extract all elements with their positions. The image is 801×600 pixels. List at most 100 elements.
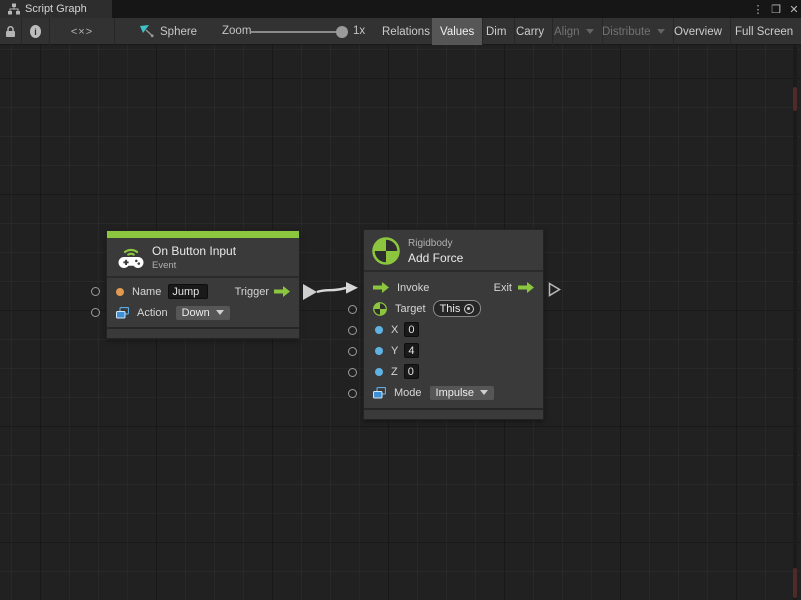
port-label: Exit xyxy=(494,282,512,294)
vertical-scrollbar[interactable] xyxy=(793,45,797,600)
port-row-y: Y xyxy=(364,340,543,361)
tab-script-graph[interactable]: Script Graph xyxy=(0,0,112,18)
x-input[interactable] xyxy=(404,322,419,337)
port-label: Y xyxy=(391,345,398,357)
port-label: Invoke xyxy=(397,282,429,294)
z-input[interactable] xyxy=(404,364,419,379)
port-label: Z xyxy=(391,366,398,378)
edit-code-button[interactable]: <×> xyxy=(50,18,115,45)
breadcrumb-label: Sphere xyxy=(160,26,197,38)
breadcrumb-sphere[interactable]: Sphere xyxy=(140,18,197,45)
chevron-down-icon xyxy=(216,310,224,315)
mode-dropdown[interactable]: Impulse xyxy=(429,385,496,401)
node-footer xyxy=(107,327,299,338)
connection-wire[interactable] xyxy=(300,278,364,308)
node-body: Invoke Exit xyxy=(364,272,543,408)
zoom-slider-handle[interactable] xyxy=(336,26,348,38)
port-row-target: Target This xyxy=(364,298,543,319)
float-port-icon xyxy=(375,347,383,355)
info-button[interactable]: i xyxy=(22,18,50,45)
close-icon[interactable]: ✕ xyxy=(786,0,801,18)
script-graph-window: Script Graph ⋮ ❒ ✕ i <×> xyxy=(0,0,801,600)
lock-icon xyxy=(5,25,16,38)
port-row-name: Name Trigger xyxy=(107,281,299,302)
node-on-button-input[interactable]: On Button Input Event Name Trigger xyxy=(106,230,300,339)
node-header: Rigidbody Add Force xyxy=(364,230,543,272)
input-port[interactable] xyxy=(348,305,357,314)
overview-button[interactable]: Overview xyxy=(666,18,731,45)
target-object-chip[interactable]: This xyxy=(433,300,482,317)
port-row-x: X xyxy=(364,319,543,340)
input-port[interactable] xyxy=(348,347,357,356)
scrollbar-thumb[interactable] xyxy=(793,568,797,598)
chip-value: This xyxy=(440,303,461,315)
node-header: On Button Input Event xyxy=(107,238,299,278)
node-body: Name Trigger Action xyxy=(107,278,299,327)
node-title: On Button Input xyxy=(152,244,236,258)
port-row-action: Action Down xyxy=(107,302,299,323)
float-port-icon xyxy=(375,326,383,334)
gamepad-icon xyxy=(117,246,145,270)
port-label: X xyxy=(391,324,398,336)
graph-canvas[interactable]: On Button Input Event Name Trigger xyxy=(0,45,801,600)
port-label: Mode xyxy=(394,387,422,399)
code-icon: <×> xyxy=(71,26,93,38)
chevron-down-icon xyxy=(586,29,594,34)
lock-button[interactable] xyxy=(0,18,22,45)
node-title: Add Force xyxy=(408,251,463,265)
titlebar: Script Graph ⋮ ❒ ✕ xyxy=(0,0,801,18)
distribute-label: Distribute xyxy=(602,26,651,38)
port-label: Action xyxy=(137,307,168,319)
graph-pointer-icon xyxy=(140,25,154,38)
chevron-down-icon xyxy=(657,29,665,34)
toolbar: i <×> Sphere Zoom 1x Relations Values Di… xyxy=(0,18,801,45)
flow-output-arrow-icon[interactable] xyxy=(274,286,290,297)
maximize-icon[interactable]: ❒ xyxy=(768,0,784,18)
flow-input-arrow-icon[interactable] xyxy=(373,282,389,293)
scrollbar-thumb[interactable] xyxy=(793,87,797,111)
string-port-icon xyxy=(116,288,124,296)
node-footer xyxy=(364,408,543,419)
rigidbody-type-icon xyxy=(373,302,387,316)
align-label: Align xyxy=(554,26,580,38)
port-label: Trigger xyxy=(235,286,269,298)
zoom-slider-track[interactable] xyxy=(251,31,345,33)
node-add-force[interactable]: Rigidbody Add Force Invoke Exit xyxy=(363,229,544,420)
rigidbody-icon xyxy=(372,237,400,265)
port-label: Target xyxy=(395,303,426,315)
node-type-label: Rigidbody xyxy=(408,238,452,249)
float-port-icon xyxy=(375,368,383,376)
input-port[interactable] xyxy=(91,308,100,317)
info-icon: i xyxy=(30,25,41,38)
script-graph-icon xyxy=(8,3,20,15)
node-accent-bar xyxy=(107,231,299,238)
port-label: Name xyxy=(132,286,161,298)
enum-port-icon xyxy=(116,307,129,319)
dropdown-value: Down xyxy=(182,307,210,319)
input-port[interactable] xyxy=(91,287,100,296)
input-port[interactable] xyxy=(348,326,357,335)
action-dropdown[interactable]: Down xyxy=(175,305,231,321)
exit-port-triangle[interactable] xyxy=(548,282,561,297)
tab-label: Script Graph xyxy=(25,3,87,15)
chevron-down-icon xyxy=(480,390,488,395)
dropdown-value: Impulse xyxy=(436,387,475,399)
port-row-z: Z xyxy=(364,361,543,382)
zoom-label: Zoom xyxy=(222,25,251,37)
zoom-value: 1x xyxy=(353,25,365,37)
node-subtitle: Event xyxy=(152,260,176,271)
input-port[interactable] xyxy=(348,368,357,377)
y-input[interactable] xyxy=(404,343,419,358)
enum-port-icon xyxy=(373,387,386,399)
name-input[interactable] xyxy=(168,284,208,299)
object-picker-icon[interactable] xyxy=(464,304,474,314)
full-screen-button[interactable]: Full Screen xyxy=(727,18,801,45)
port-row-mode: Mode Impulse xyxy=(364,382,543,403)
window-menu-icon[interactable]: ⋮ xyxy=(750,0,766,18)
relations-button[interactable]: Relations xyxy=(374,18,439,45)
values-button[interactable]: Values xyxy=(432,18,483,45)
input-port[interactable] xyxy=(348,389,357,398)
flow-output-arrow-icon[interactable] xyxy=(518,282,534,293)
port-row-invoke: Invoke Exit xyxy=(364,277,543,298)
distribute-button[interactable]: Distribute xyxy=(594,18,674,45)
